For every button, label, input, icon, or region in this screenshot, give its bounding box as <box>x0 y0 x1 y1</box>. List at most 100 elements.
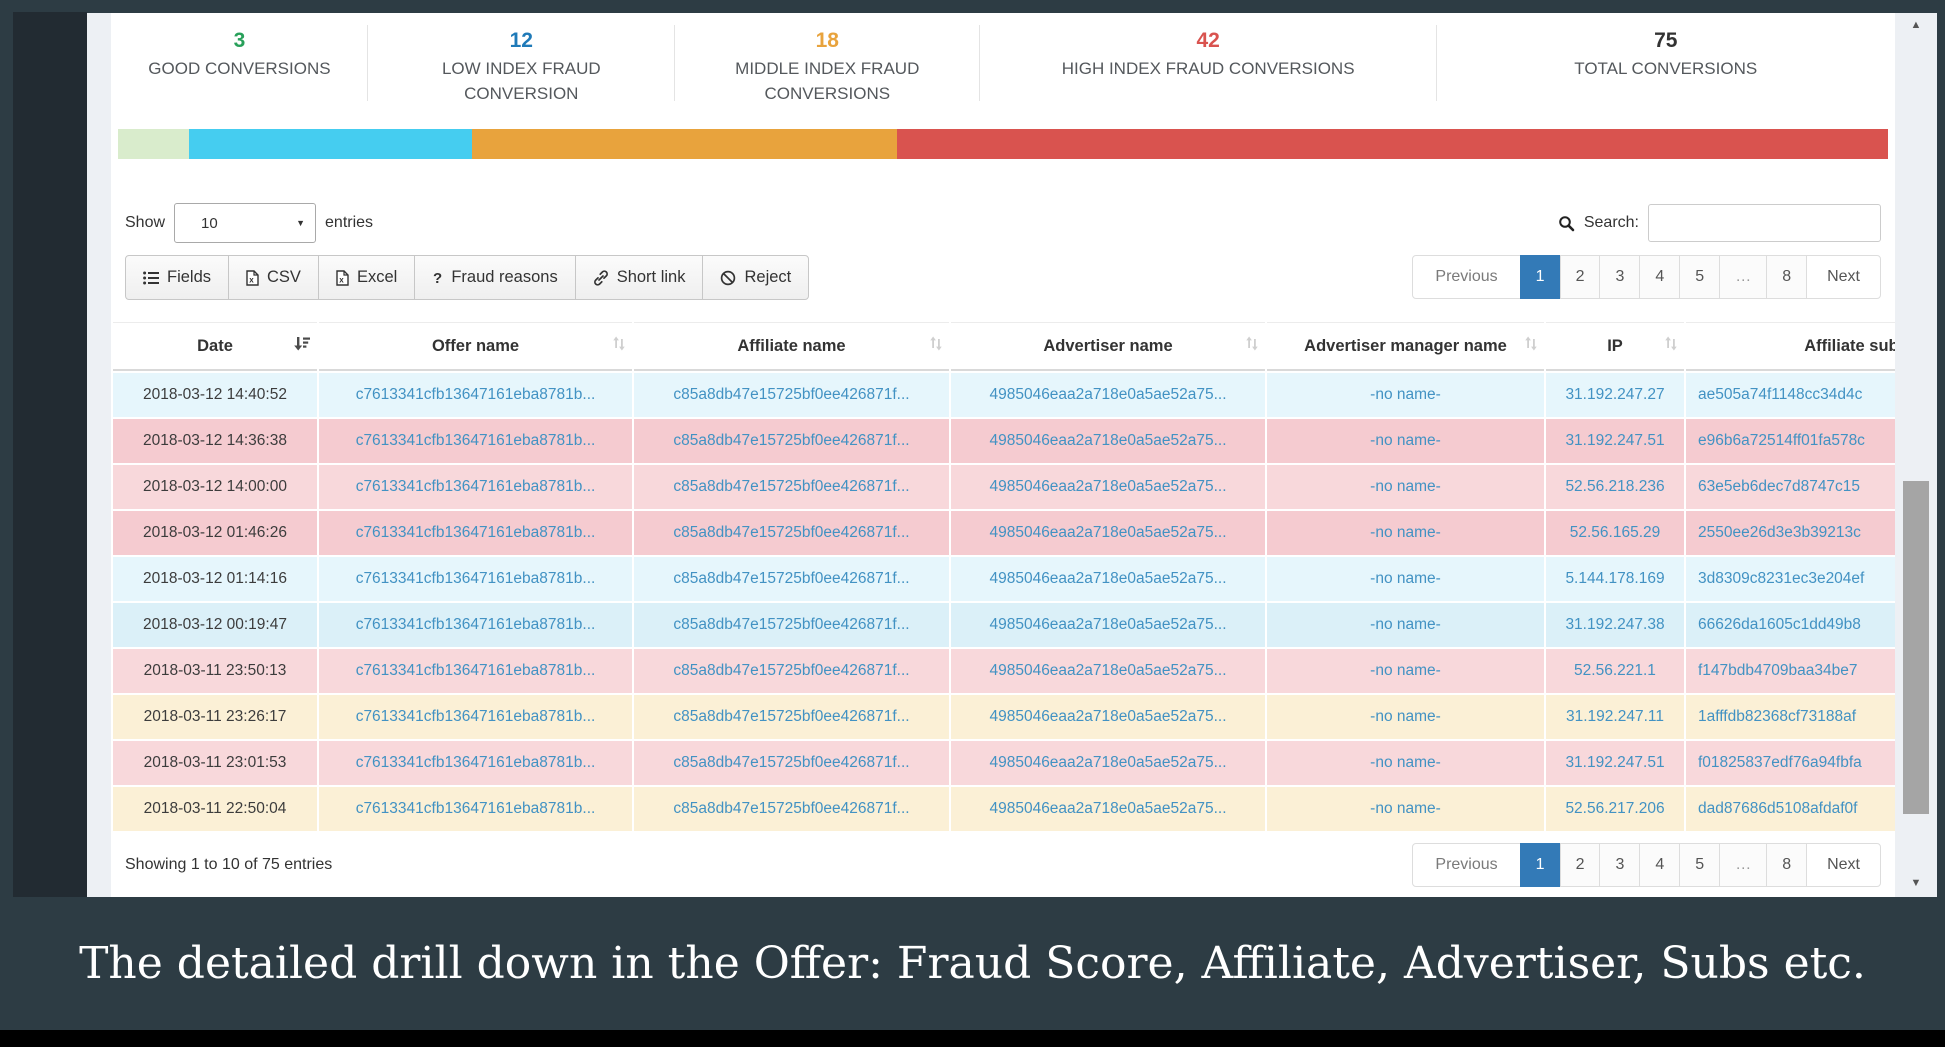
advertiser-manager-link[interactable]: -no name- <box>1370 616 1441 633</box>
affiliate-sub1-link[interactable]: 66626da1605c1dd49b8 <box>1698 616 1861 633</box>
advertiser-link[interactable]: 4985046eaa2a718e0a5ae52a75... <box>989 708 1226 725</box>
advertiser-link[interactable]: 4985046eaa2a718e0a5ae52a75... <box>989 616 1226 633</box>
affiliate-link[interactable]: c85a8db47e15725bf0ee426871f... <box>673 524 909 541</box>
offer-link[interactable]: c7613341cfb13647161eba8781b... <box>356 524 596 541</box>
offer-link[interactable]: c7613341cfb13647161eba8781b... <box>356 754 596 771</box>
page-button-3[interactable]: 3 <box>1599 255 1640 299</box>
scrollbar-thumb[interactable] <box>1903 481 1929 814</box>
affiliate-sub1-link[interactable]: f147bdb4709baa34be7 <box>1698 662 1857 679</box>
column-header-offer-name[interactable]: Offer name <box>319 322 632 371</box>
column-header-advertiser-manager-name[interactable]: Advertiser manager name <box>1267 322 1544 371</box>
affiliate-sub1-link[interactable]: 2550ee26d3e3b39213c <box>1698 524 1861 541</box>
page-button-2[interactable]: 2 <box>1560 255 1601 299</box>
page-button-8[interactable]: 8 <box>1766 843 1807 887</box>
offer-link[interactable]: c7613341cfb13647161eba8781b... <box>356 800 596 817</box>
offer-link[interactable]: c7613341cfb13647161eba8781b... <box>356 662 596 679</box>
advertiser-link[interactable]: 4985046eaa2a718e0a5ae52a75... <box>989 524 1226 541</box>
page-button-8[interactable]: 8 <box>1766 255 1807 299</box>
fraud-reasons-button[interactable]: ?Fraud reasons <box>414 255 575 300</box>
offer-link[interactable]: c7613341cfb13647161eba8781b... <box>356 386 596 403</box>
affiliate-link[interactable]: c85a8db47e15725bf0ee426871f... <box>673 754 909 771</box>
page-button-3[interactable]: 3 <box>1599 843 1640 887</box>
advertiser-manager-link[interactable]: -no name- <box>1370 432 1441 449</box>
ip-link[interactable]: 31.192.247.51 <box>1565 754 1664 771</box>
advertiser-link[interactable]: 4985046eaa2a718e0a5ae52a75... <box>989 432 1226 449</box>
ip-link[interactable]: 52.56.165.29 <box>1570 524 1661 541</box>
page-button-1[interactable]: 1 <box>1520 255 1561 299</box>
search-input[interactable] <box>1648 204 1881 242</box>
advertiser-link[interactable]: 4985046eaa2a718e0a5ae52a75... <box>989 754 1226 771</box>
page-button-5[interactable]: 5 <box>1679 843 1720 887</box>
ip-link[interactable]: 52.56.218.236 <box>1565 478 1664 495</box>
offer-link[interactable]: c7613341cfb13647161eba8781b... <box>356 432 596 449</box>
affiliate-sub1-link[interactable]: 3d8309c8231ec3e204ef <box>1698 570 1864 587</box>
page-ellipsis[interactable]: … <box>1719 843 1767 887</box>
previous-page-button[interactable]: Previous <box>1412 255 1520 299</box>
column-header-affiliate-sub1[interactable]: Affiliate sub1 <box>1686 322 1895 371</box>
advertiser-manager-link[interactable]: -no name- <box>1370 800 1441 817</box>
advertiser-manager-link[interactable]: -no name- <box>1370 386 1441 403</box>
ip-link[interactable]: 52.56.217.206 <box>1565 800 1664 817</box>
advertiser-link[interactable]: 4985046eaa2a718e0a5ae52a75... <box>989 662 1226 679</box>
page-button-2[interactable]: 2 <box>1560 843 1601 887</box>
advertiser-manager-link[interactable]: -no name- <box>1370 754 1441 771</box>
affiliate-sub1-link[interactable]: e96b6a72514ff01fa578c <box>1698 432 1865 449</box>
scroll-up-icon[interactable]: ▲ <box>1895 19 1937 31</box>
column-header-advertiser-name[interactable]: Advertiser name <box>951 322 1265 371</box>
offer-link[interactable]: c7613341cfb13647161eba8781b... <box>356 570 596 587</box>
affiliate-sub1-link[interactable]: 63e5eb6dec7d8747c15 <box>1698 478 1860 495</box>
page-ellipsis[interactable]: … <box>1719 255 1767 299</box>
affiliate-link[interactable]: c85a8db47e15725bf0ee426871f... <box>673 386 909 403</box>
ip-link[interactable]: 31.192.247.27 <box>1565 386 1664 403</box>
ip-link[interactable]: 52.56.221.1 <box>1574 662 1656 679</box>
affiliate-link[interactable]: c85a8db47e15725bf0ee426871f... <box>673 570 909 587</box>
advertiser-link[interactable]: 4985046eaa2a718e0a5ae52a75... <box>989 478 1226 495</box>
advertiser-link[interactable]: 4985046eaa2a718e0a5ae52a75... <box>989 570 1226 587</box>
question-icon: ? <box>432 270 443 286</box>
excel-button[interactable]: xExcel <box>318 255 415 300</box>
offer-link[interactable]: c7613341cfb13647161eba8781b... <box>356 478 596 495</box>
offer-link[interactable]: c7613341cfb13647161eba8781b... <box>356 708 596 725</box>
reject-button[interactable]: Reject <box>702 255 809 300</box>
advertiser-link[interactable]: 4985046eaa2a718e0a5ae52a75... <box>989 386 1226 403</box>
short-link-button[interactable]: Short link <box>575 255 704 300</box>
affiliate-link[interactable]: c85a8db47e15725bf0ee426871f... <box>673 662 909 679</box>
scroll-down-icon[interactable]: ▼ <box>1895 877 1937 889</box>
affiliate-link[interactable]: c85a8db47e15725bf0ee426871f... <box>673 616 909 633</box>
advertiser-manager-link[interactable]: -no name- <box>1370 662 1441 679</box>
ip-link[interactable]: 31.192.247.51 <box>1565 432 1664 449</box>
advertiser-manager-link[interactable]: -no name- <box>1370 708 1441 725</box>
affiliate-link[interactable]: c85a8db47e15725bf0ee426871f... <box>673 708 909 725</box>
affiliate-link[interactable]: c85a8db47e15725bf0ee426871f... <box>673 800 909 817</box>
advertiser-manager-link[interactable]: -no name- <box>1370 478 1441 495</box>
ip-link[interactable]: 5.144.178.169 <box>1565 570 1664 587</box>
button-label: CSV <box>267 268 301 287</box>
next-page-button[interactable]: Next <box>1806 255 1881 299</box>
page-button-1[interactable]: 1 <box>1520 843 1561 887</box>
advertiser-manager-link[interactable]: -no name- <box>1370 570 1441 587</box>
column-header-ip[interactable]: IP <box>1546 322 1684 371</box>
column-header-date[interactable]: Date <box>113 322 317 371</box>
advertiser-manager-link[interactable]: -no name- <box>1370 524 1441 541</box>
affiliate-link[interactable]: c85a8db47e15725bf0ee426871f... <box>673 478 909 495</box>
affiliate-sub1-link[interactable]: dad87686d5108afdaf0f <box>1698 800 1857 817</box>
page-button-5[interactable]: 5 <box>1679 255 1720 299</box>
ip-link[interactable]: 31.192.247.38 <box>1565 616 1664 633</box>
affiliate-link[interactable]: c85a8db47e15725bf0ee426871f... <box>673 432 909 449</box>
page-button-4[interactable]: 4 <box>1639 843 1680 887</box>
csv-button[interactable]: xCSV <box>228 255 319 300</box>
next-page-button[interactable]: Next <box>1806 843 1881 887</box>
previous-page-button[interactable]: Previous <box>1412 843 1520 887</box>
fields-button[interactable]: Fields <box>125 255 229 300</box>
advertiser-link[interactable]: 4985046eaa2a718e0a5ae52a75... <box>989 800 1226 817</box>
affiliate-sub1-link[interactable]: f01825837edf76a94fbfa <box>1698 754 1862 771</box>
affiliate-sub1-link[interactable]: 1afffdb82368cf73188af <box>1698 708 1856 725</box>
offer-link[interactable]: c7613341cfb13647161eba8781b... <box>356 616 596 633</box>
sort-both-icon <box>1525 336 1537 356</box>
bottom-black-bar <box>0 1030 1945 1047</box>
page-size-select[interactable]: 10 ▼ <box>174 203 316 243</box>
page-button-4[interactable]: 4 <box>1639 255 1680 299</box>
column-header-affiliate-name[interactable]: Affiliate name <box>634 322 949 371</box>
ip-link[interactable]: 31.192.247.11 <box>1566 708 1664 725</box>
affiliate-sub1-link[interactable]: ae505a74f1148cc34d4c <box>1698 386 1862 403</box>
